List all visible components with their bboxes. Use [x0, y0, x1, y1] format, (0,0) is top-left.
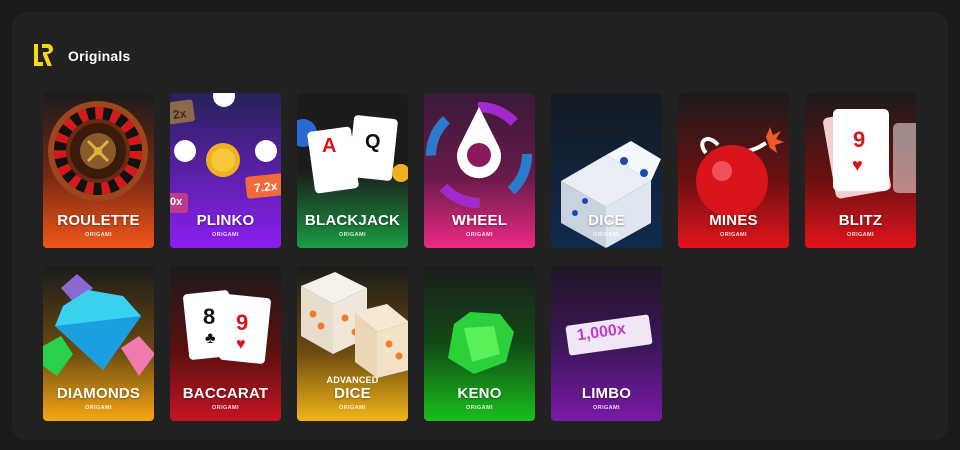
game-card-plinko[interactable]: PLINKO ORIGAMI [170, 93, 281, 248]
lr-logo-icon [34, 44, 53, 66]
game-card-blitz[interactable]: BLITZ ORIGAMI [805, 93, 916, 248]
game-provider: ORIGAMI [339, 232, 366, 238]
game-title: DIAMONDS [56, 385, 141, 402]
game-pretitle: ADVANCED [326, 375, 379, 385]
game-card-baccarat[interactable]: BACCARAT ORIGAMI [170, 266, 281, 421]
game-title: DICE [334, 385, 371, 402]
game-card-dice[interactable]: DICE ORIGAMI [551, 93, 662, 248]
game-provider: ORIGAMI [85, 405, 112, 411]
game-title: PLINKO [196, 212, 255, 229]
game-card-keno[interactable]: KENO ORIGAMI [424, 266, 535, 421]
game-title: BLACKJACK [304, 212, 401, 229]
game-title: BLITZ [838, 212, 883, 229]
game-card-diamonds[interactable]: DIAMONDS ORIGAMI [43, 266, 154, 421]
game-provider: ORIGAMI [593, 232, 620, 238]
game-title: LIMBO [581, 385, 632, 402]
game-card-limbo[interactable]: LIMBO ORIGAMI [551, 266, 662, 421]
game-title: WHEEL [451, 212, 508, 229]
game-provider: ORIGAMI [212, 405, 239, 411]
game-card-wheel[interactable]: WHEEL ORIGAMI [424, 93, 535, 248]
game-provider: ORIGAMI [720, 232, 747, 238]
game-provider: ORIGAMI [339, 405, 366, 411]
game-title: BACCARAT [182, 385, 269, 402]
game-provider: ORIGAMI [85, 232, 112, 238]
game-provider: ORIGAMI [212, 232, 239, 238]
game-provider: ORIGAMI [466, 405, 493, 411]
game-title: ROULETTE [57, 212, 140, 229]
section-title: Originals [68, 48, 131, 64]
game-card-blackjack[interactable]: BLACKJACK ORIGAMI [297, 93, 408, 248]
game-title: KENO [457, 385, 502, 402]
game-provider: ORIGAMI [847, 232, 874, 238]
section-header: Originals [32, 42, 130, 70]
game-title: DICE [588, 212, 625, 229]
game-title: MINES [709, 212, 758, 229]
game-provider: ORIGAMI [593, 405, 620, 411]
game-card-advanced-dice[interactable]: ADVANCED DICE ORIGAMI [297, 266, 408, 421]
game-card-mines[interactable]: MINES ORIGAMI [678, 93, 789, 248]
game-card-roulette[interactable]: ROULETTE ORIGAMI [43, 93, 154, 248]
game-provider: ORIGAMI [466, 232, 493, 238]
